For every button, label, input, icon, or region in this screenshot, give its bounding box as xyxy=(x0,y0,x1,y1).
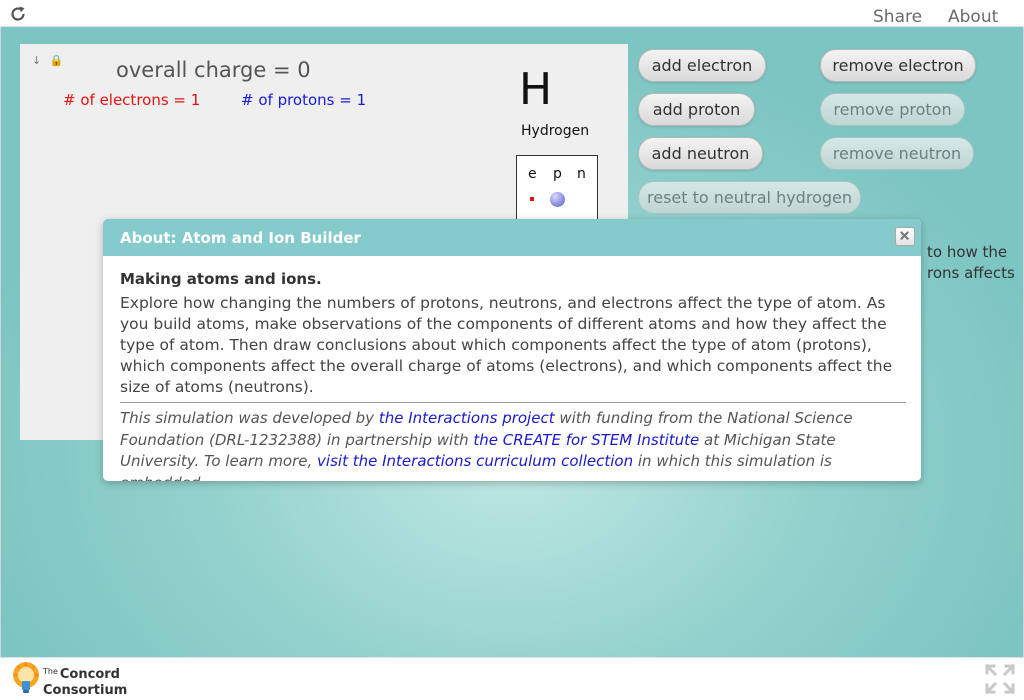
credits-text-1: This simulation was developed by xyxy=(120,409,379,427)
download-icon[interactable]: ↓ xyxy=(32,54,41,67)
instructions-line-1: to how the xyxy=(927,243,1008,261)
instructions-line-2: rons affects xyxy=(927,264,1015,282)
reload-icon[interactable] xyxy=(9,5,27,23)
curriculum-collection-link[interactable]: visit the Interactions curriculum collec… xyxy=(317,452,633,470)
element-name: Hydrogen xyxy=(521,123,590,139)
proton-icon xyxy=(550,192,565,207)
lock-icon[interactable]: 🔒 xyxy=(50,54,64,67)
remove-electron-button[interactable]: remove electron xyxy=(820,49,976,82)
concord-logo-icon[interactable] xyxy=(11,660,41,696)
about-link[interactable]: About xyxy=(948,7,998,27)
legend-electron-label: e xyxy=(528,166,537,182)
logo-line-2: Consortium xyxy=(43,683,128,698)
element-symbol: H xyxy=(519,64,553,115)
add-neutron-button[interactable]: add neutron xyxy=(638,137,763,170)
about-dialog: About: Atom and Ion Builder Making atoms… xyxy=(103,219,921,481)
fullscreen-icon[interactable] xyxy=(984,663,1016,695)
reset-hydrogen-button[interactable]: reset to neutral hydrogen xyxy=(638,181,861,214)
dialog-title: About: Atom and Ion Builder xyxy=(120,229,361,247)
dialog-divider xyxy=(120,402,906,403)
dialog-heading: Making atoms and ions. xyxy=(120,270,322,288)
close-button[interactable] xyxy=(895,227,915,246)
protons-count-label: # of protons = 1 xyxy=(241,91,367,109)
top-bar: Share About xyxy=(0,0,1024,27)
close-icon[interactable] xyxy=(896,228,914,245)
remove-proton-button[interactable]: remove proton xyxy=(820,93,965,126)
interactions-project-link[interactable]: the Interactions project xyxy=(379,409,555,427)
overall-charge-label: overall charge = 0 xyxy=(116,58,311,82)
electrons-count-label: # of electrons = 1 xyxy=(63,91,201,109)
instructions-text: to how the rons affects xyxy=(927,242,1023,284)
remove-neutron-button[interactable]: remove neutron xyxy=(820,137,974,170)
add-electron-button[interactable]: add electron xyxy=(638,49,766,82)
logo-line-1: Concord xyxy=(59,667,120,682)
create-stem-link[interactable]: the CREATE for STEM Institute xyxy=(473,431,699,449)
share-link[interactable]: Share xyxy=(873,7,922,27)
footer: The Concord Consortium xyxy=(0,657,1024,700)
model-toolbar: ↓ 🔒 xyxy=(32,54,68,67)
dialog-header[interactable]: About: Atom and Ion Builder xyxy=(103,219,921,256)
legend-proton-label: p xyxy=(553,166,562,182)
dialog-credits: This simulation was developed by the Int… xyxy=(120,408,906,481)
add-proton-button[interactable]: add proton xyxy=(638,93,755,126)
concord-logo-text[interactable]: The Concord Consortium xyxy=(43,665,127,698)
logo-small-text: The xyxy=(43,667,58,676)
dialog-description: Explore how changing the numbers of prot… xyxy=(120,294,893,396)
electron-icon xyxy=(530,197,534,201)
dialog-body: Making atoms and ions. Explore how chang… xyxy=(120,270,906,481)
legend-neutron-label: n xyxy=(577,166,586,182)
